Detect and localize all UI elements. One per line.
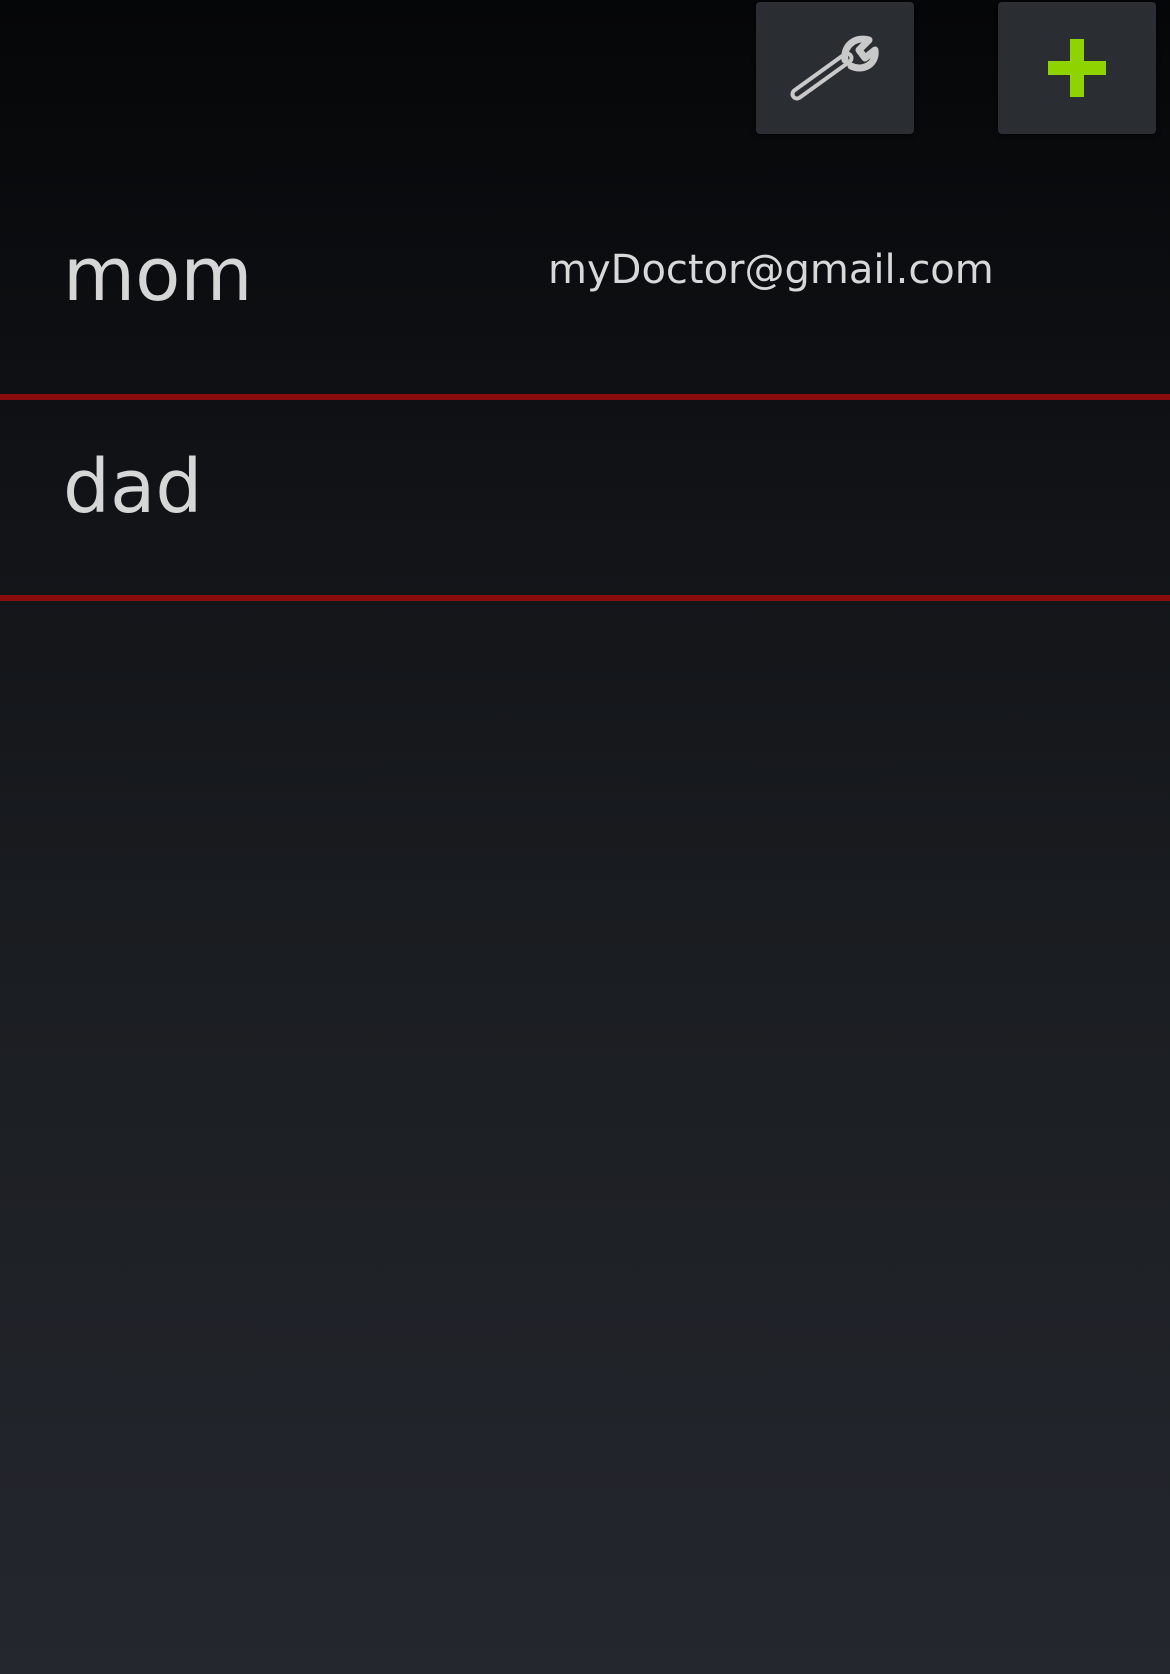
settings-button[interactable] bbox=[756, 2, 914, 134]
contact-name: mom bbox=[63, 232, 253, 318]
contact-row-dad[interactable]: dad bbox=[0, 400, 1170, 601]
add-button[interactable] bbox=[998, 2, 1156, 134]
wrench-icon bbox=[785, 28, 885, 108]
plus-icon bbox=[1046, 37, 1108, 99]
contact-row-mom[interactable]: mom myDoctor@gmail.com bbox=[0, 200, 1170, 400]
contact-list: mom myDoctor@gmail.com dad bbox=[0, 200, 1170, 601]
contact-name: dad bbox=[63, 444, 203, 530]
toolbar bbox=[0, 0, 1170, 140]
contact-email: myDoctor@gmail.com bbox=[548, 247, 994, 293]
